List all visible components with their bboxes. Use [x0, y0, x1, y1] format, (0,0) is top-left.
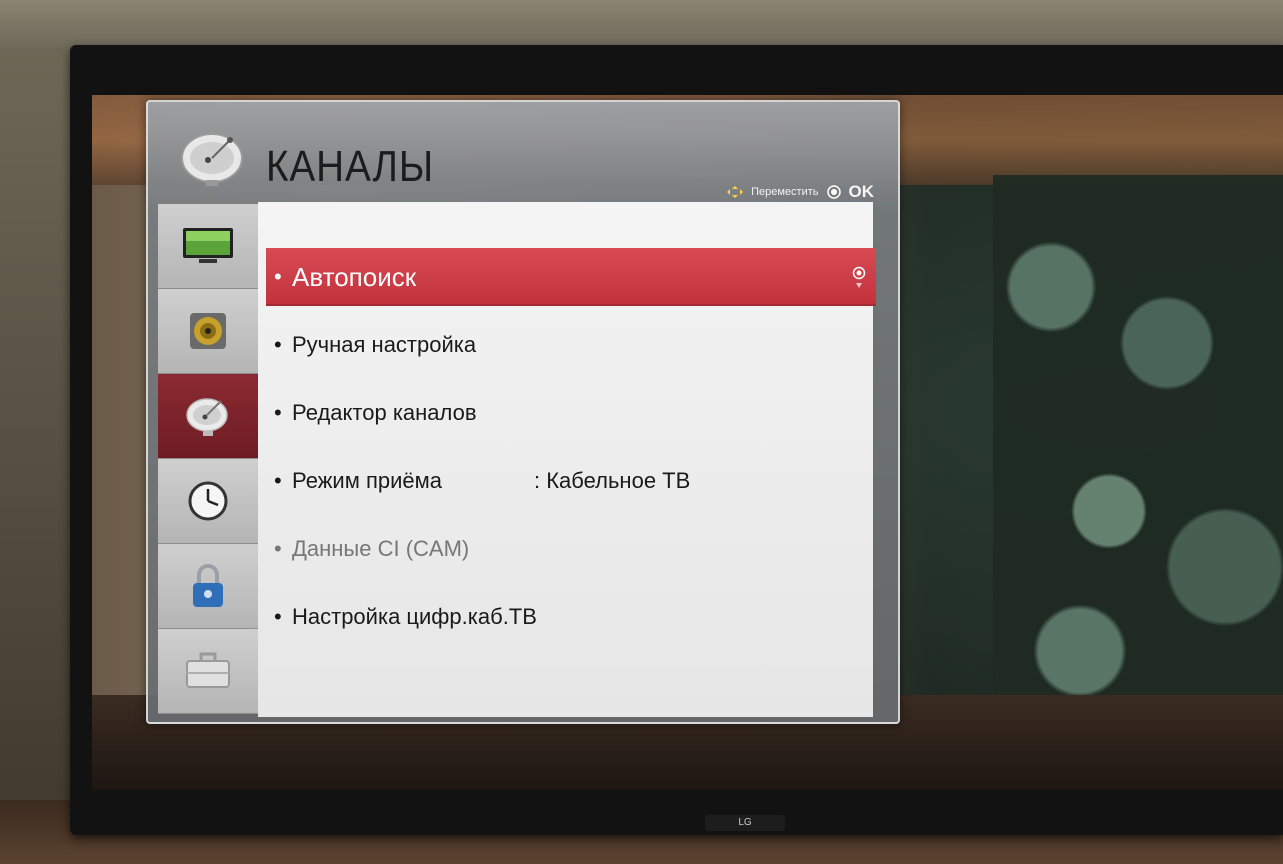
move-arrows-icon — [727, 186, 744, 198]
menu-title: КАНАЛЫ — [266, 142, 434, 191]
navigation-hint: Переместить OK — [727, 182, 874, 202]
ceiling-beam — [0, 0, 1283, 48]
sidebar-item-picture[interactable] — [158, 204, 258, 289]
hint-ok-label: OK — [848, 182, 875, 201]
sidebar-item-lock[interactable] — [158, 544, 258, 629]
screen-background-foliage — [993, 175, 1283, 735]
menu-item-label: Ручная настройка — [292, 332, 477, 357]
reception-mode-value: : Кабельное ТВ — [534, 468, 691, 493]
menu-item-digital-cable-setup[interactable]: • Настройка цифр.каб.ТВ — [266, 588, 876, 646]
hint-move-label: Переместить — [751, 186, 819, 198]
menu-item-label: Режим приёма — [292, 468, 442, 493]
sidebar-item-time[interactable] — [158, 459, 258, 544]
menu-item-label: Редактор каналов — [292, 400, 477, 425]
menu-item-label: Данные CI (CAM) — [292, 536, 470, 561]
tv-brand-logo: LG — [705, 815, 785, 831]
speaker-icon — [190, 313, 226, 349]
toolbox-icon — [186, 652, 230, 688]
sidebar-item-sound[interactable] — [158, 289, 258, 374]
menu-item-auto-search[interactable]: • Автопоиск — [266, 248, 876, 306]
menu-content-panel: • Автопоиск • Ручная настройка • Редакто… — [258, 202, 876, 717]
menu-item-label: Настройка цифр.каб.ТВ — [292, 604, 537, 629]
channels-menu: КАНАЛЫ Переместить OK • Автопоиск • Ручн… — [146, 100, 900, 724]
menu-item-ci-data: • Данные CI (CAM) — [274, 536, 470, 561]
category-sidebar — [158, 204, 258, 716]
tv-picture-icon — [183, 228, 233, 263]
menu-item-reception-mode[interactable]: • Режим приёма : Кабельное ТВ — [266, 452, 876, 510]
ok-button-icon — [826, 185, 841, 199]
menu-header: КАНАЛЫ Переместить OK — [148, 102, 898, 202]
padlock-icon — [193, 564, 223, 607]
sidebar-item-options[interactable] — [158, 629, 258, 714]
menu-item-channel-editor[interactable]: • Редактор каналов — [266, 384, 876, 442]
satellite-dish-icon — [186, 398, 228, 436]
sidebar-item-channels[interactable] — [158, 374, 258, 459]
enter-indicator-icon — [852, 266, 866, 288]
satellite-dish-icon — [181, 133, 243, 186]
menu-item-manual-tuning[interactable]: • Ручная настройка — [266, 316, 876, 374]
clock-icon — [188, 481, 228, 521]
menu-item-label: Автопоиск — [292, 261, 417, 292]
